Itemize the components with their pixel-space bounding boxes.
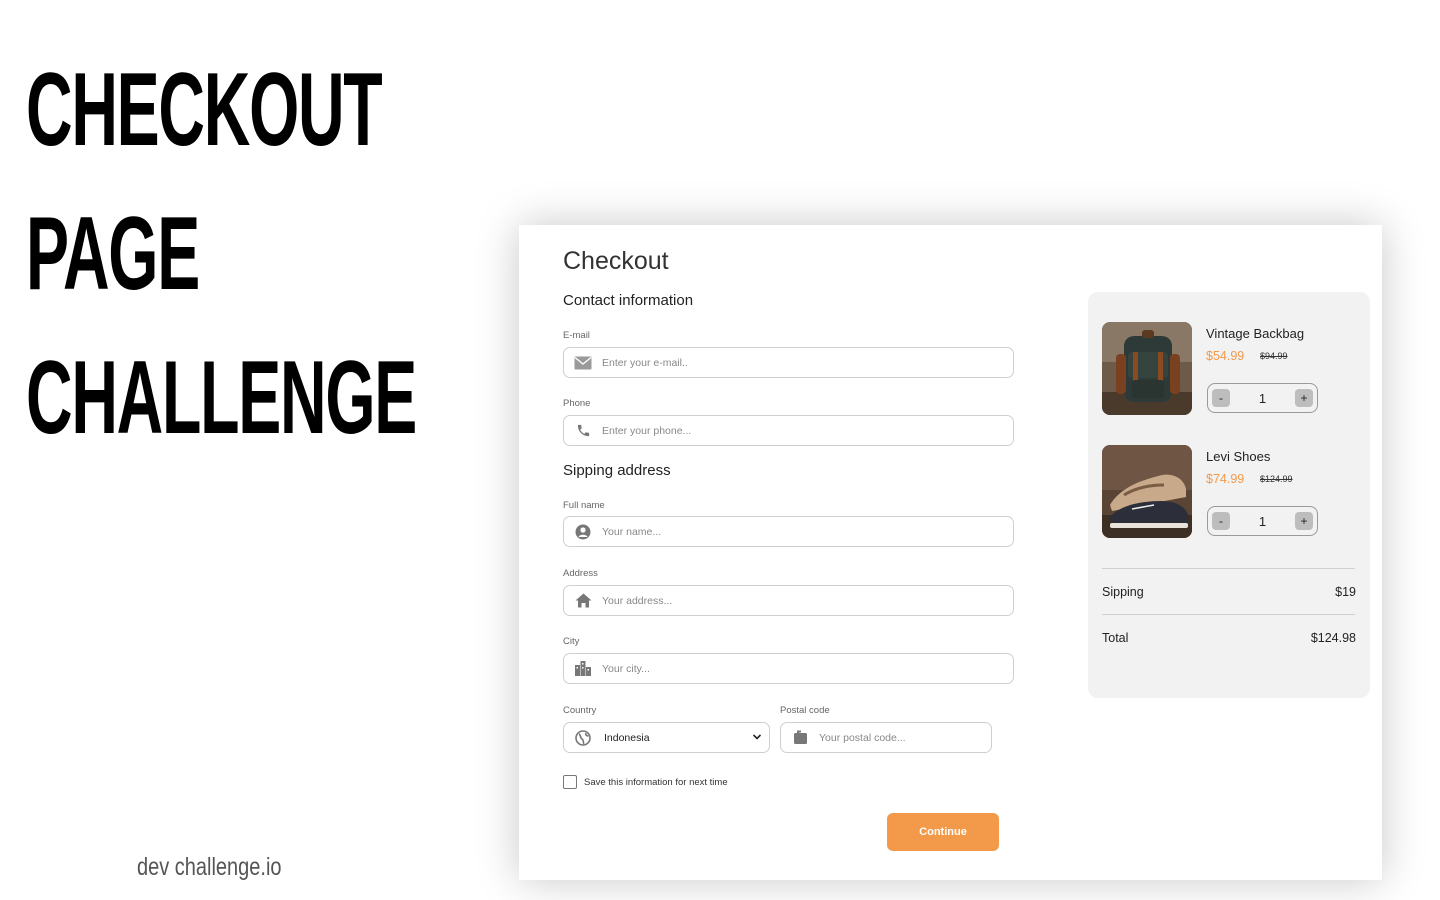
quantity-stepper-backpack: - 1 + (1207, 383, 1318, 413)
city-icon (574, 660, 592, 678)
summary-divider (1102, 614, 1355, 615)
address-label: Address (563, 568, 598, 579)
poster-title-line-2: PAGE (26, 196, 200, 312)
page-title: Checkout (563, 247, 669, 275)
city-field[interactable]: Your city... (563, 653, 1014, 684)
quantity-stepper-shoes: - 1 + (1207, 506, 1318, 536)
contact-section-title: Contact information (563, 292, 694, 309)
item-name-backpack: Vintage Backbag (1206, 326, 1305, 341)
address-field[interactable]: Your address... (563, 585, 1014, 616)
city-placeholder: Your city... (602, 662, 650, 675)
item-old-price-backpack: $94.99 (1260, 351, 1288, 361)
item-price-shoes: $74.99 (1206, 472, 1245, 486)
decrement-button[interactable]: - (1212, 512, 1230, 530)
email-field[interactable]: Enter your e-mail.. (563, 347, 1014, 378)
total-label: Total (1102, 631, 1129, 645)
country-value: Indonesia (604, 731, 650, 744)
continue-button[interactable]: Continue (887, 813, 999, 851)
fullname-placeholder: Your name... (602, 525, 662, 538)
email-label: E-mail (563, 330, 590, 341)
phone-label: Phone (563, 398, 591, 409)
shipping-label: Sipping (1102, 585, 1144, 599)
envelope-icon (574, 354, 592, 372)
postal-label: Postal code (780, 705, 830, 716)
address-placeholder: Your address... (602, 594, 673, 607)
postal-field[interactable]: Your postal code... (780, 722, 992, 753)
mailbox-icon (791, 729, 809, 747)
increment-button[interactable]: + (1294, 512, 1313, 530)
country-label: Country (563, 705, 597, 716)
postal-placeholder: Your postal code... (819, 731, 906, 744)
total-value: $124.98 (1310, 631, 1356, 645)
country-select[interactable]: Indonesia (563, 722, 770, 753)
phone-placeholder: Enter your phone... (602, 424, 692, 437)
item-old-price-shoes: $124.99 (1260, 474, 1293, 484)
decrement-button[interactable]: - (1212, 389, 1230, 407)
email-placeholder: Enter your e-mail.. (602, 356, 688, 369)
shipping-value: $19 (1335, 585, 1356, 599)
poster-title-line-3: CHALLENGE (26, 340, 417, 456)
shoes-image (1102, 445, 1192, 538)
user-icon (574, 523, 592, 541)
quantity-value: 1 (1258, 513, 1267, 529)
fullname-field[interactable]: Your name... (563, 516, 1014, 547)
poster-title-line-1: CHECKOUT (26, 52, 383, 168)
save-info-checkbox[interactable] (563, 775, 577, 789)
save-info-row: Save this information for next time (563, 775, 728, 789)
phone-icon (574, 422, 592, 440)
chevron-down-icon (752, 732, 762, 743)
credit-text: dev challenge.io (137, 853, 282, 881)
order-summary: Vintage Backbag $54.99 $94.99 - 1 + Levi… (1088, 292, 1370, 698)
shipping-section-title: Sipping address (563, 462, 671, 479)
backpack-image (1102, 322, 1192, 415)
checkout-card: Checkout Contact information E-mail Ente… (519, 225, 1382, 880)
phone-field[interactable]: Enter your phone... (563, 415, 1014, 446)
item-price-backpack: $54.99 (1206, 349, 1245, 363)
city-label: City (563, 636, 580, 647)
fullname-label: Full name (563, 500, 605, 511)
home-icon (574, 592, 592, 610)
summary-divider (1102, 568, 1355, 569)
increment-button[interactable]: + (1294, 389, 1313, 407)
save-info-label: Save this information for next time (584, 776, 728, 788)
quantity-value: 1 (1258, 390, 1267, 406)
globe-icon (574, 729, 592, 747)
item-name-shoes: Levi Shoes (1206, 449, 1271, 464)
